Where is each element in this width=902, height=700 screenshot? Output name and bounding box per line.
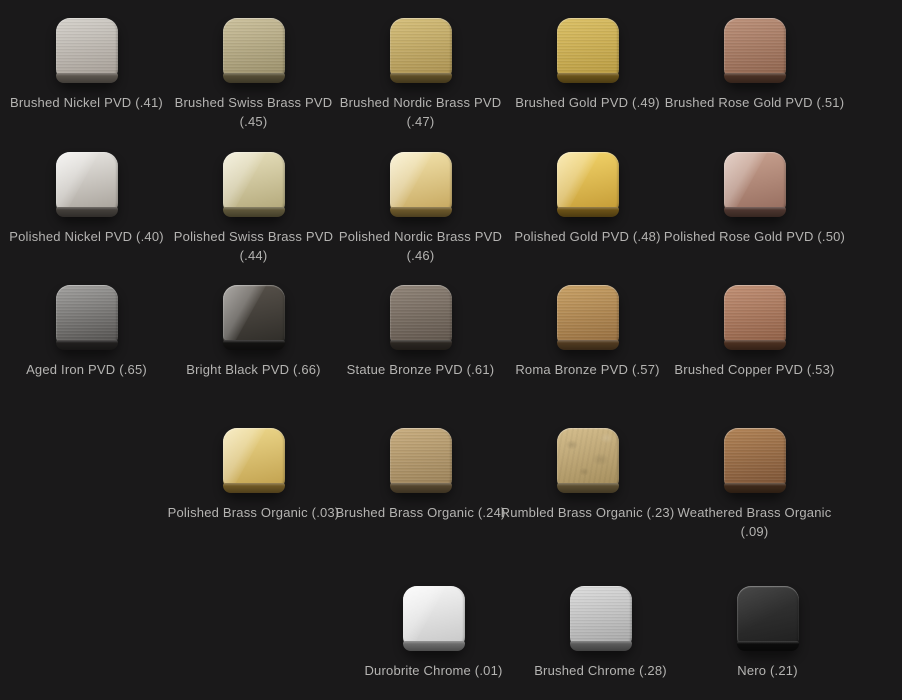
- finish-option[interactable]: Brushed Chrome (.28): [517, 586, 684, 680]
- finish-label: Polished Swiss Brass PVD(.44): [174, 227, 333, 265]
- finish-swatch-image: [557, 428, 619, 493]
- finish-label: Brushed Nordic Brass PVD(.47): [340, 93, 502, 131]
- finish-label: Brushed Chrome (.28): [534, 661, 667, 680]
- finish-label-line: Brushed Chrome (.28): [534, 661, 667, 680]
- finish-label: Brushed Brass Organic (.24): [335, 503, 505, 522]
- finish-label-line: Polished Nickel PVD (.40): [9, 227, 164, 246]
- finish-label-line: Rumbled Brass Organic (.23): [501, 503, 675, 522]
- finish-option[interactable]: Polished Swiss Brass PVD(.44): [170, 152, 337, 265]
- finish-label: Aged Iron PVD (.65): [26, 360, 147, 379]
- finish-label-line: (.47): [340, 112, 502, 131]
- finish-label-line: Brushed Nordic Brass PVD: [340, 93, 502, 112]
- finish-swatch-image: [557, 285, 619, 350]
- finish-option[interactable]: Weathered Brass Organic(.09): [671, 428, 838, 541]
- finish-option[interactable]: Brushed Nickel PVD (.41): [3, 18, 170, 131]
- finish-label: Polished Nordic Brass PVD(.46): [339, 227, 502, 265]
- finish-label-line: Brushed Rose Gold PVD (.51): [665, 93, 845, 112]
- finish-option[interactable]: Brushed Gold PVD (.49): [504, 18, 671, 131]
- finish-swatch-image: [390, 428, 452, 493]
- finish-option[interactable]: Rumbled Brass Organic (.23): [504, 428, 671, 541]
- finish-swatch-image: [223, 18, 285, 83]
- finish-option[interactable]: Brushed Swiss Brass PVD(.45): [170, 18, 337, 131]
- finish-option[interactable]: Polished Nordic Brass PVD(.46): [337, 152, 504, 265]
- finish-swatch-image: [56, 152, 118, 217]
- finish-option[interactable]: Brushed Copper PVD (.53): [671, 285, 838, 379]
- finish-option[interactable]: Polished Gold PVD (.48): [504, 152, 671, 265]
- finish-swatch-image: [403, 586, 465, 651]
- finish-swatch-image: [390, 18, 452, 83]
- finish-label-line: Weathered Brass Organic: [678, 503, 832, 522]
- finish-label: Weathered Brass Organic(.09): [678, 503, 832, 541]
- finish-swatch-image: [223, 428, 285, 493]
- finish-label: Brushed Swiss Brass PVD(.45): [175, 93, 333, 131]
- finish-label-line: Polished Nordic Brass PVD: [339, 227, 502, 246]
- finish-label-line: Durobrite Chrome (.01): [364, 661, 502, 680]
- finish-swatch-image: [56, 18, 118, 83]
- finish-label-line: (.45): [175, 112, 333, 131]
- finish-option[interactable]: Durobrite Chrome (.01): [350, 586, 517, 680]
- finish-option[interactable]: Brushed Nordic Brass PVD(.47): [337, 18, 504, 131]
- finish-label-line: Brushed Nickel PVD (.41): [10, 93, 163, 112]
- finish-option[interactable]: Roma Bronze PVD (.57): [504, 285, 671, 379]
- finish-row: Brushed Nickel PVD (.41) Brushed Swiss B…: [3, 18, 838, 131]
- finish-option[interactable]: Brushed Brass Organic (.24): [337, 428, 504, 541]
- finish-option[interactable]: Polished Rose Gold PVD (.50): [671, 152, 838, 265]
- finish-option[interactable]: Nero (.21): [684, 586, 851, 680]
- finish-label-line: (.46): [339, 246, 502, 265]
- finish-option[interactable]: Polished Brass Organic (.03): [170, 428, 337, 541]
- finish-label-line: (.09): [678, 522, 832, 541]
- finish-label-line: Brushed Swiss Brass PVD: [175, 93, 333, 112]
- finish-label: Brushed Gold PVD (.49): [515, 93, 660, 112]
- finish-swatch-image: [557, 152, 619, 217]
- finish-label-line: Polished Swiss Brass PVD: [174, 227, 333, 246]
- finish-option[interactable]: Brushed Rose Gold PVD (.51): [671, 18, 838, 131]
- finish-option[interactable]: Polished Nickel PVD (.40): [3, 152, 170, 265]
- finish-label-line: Bright Black PVD (.66): [186, 360, 320, 379]
- finish-label: Brushed Nickel PVD (.41): [10, 93, 163, 112]
- finish-label-line: Brushed Copper PVD (.53): [674, 360, 834, 379]
- finish-swatch-image: [56, 285, 118, 350]
- finish-label: Brushed Rose Gold PVD (.51): [665, 93, 845, 112]
- finish-label: Statue Bronze PVD (.61): [347, 360, 495, 379]
- finish-swatch-image: [737, 586, 799, 651]
- finish-label-line: Polished Gold PVD (.48): [514, 227, 660, 246]
- finish-label-line: Polished Rose Gold PVD (.50): [664, 227, 845, 246]
- finish-option[interactable]: Aged Iron PVD (.65): [3, 285, 170, 379]
- finish-label: Polished Rose Gold PVD (.50): [664, 227, 845, 246]
- finish-label: Roma Bronze PVD (.57): [515, 360, 659, 379]
- finish-swatch-image: [223, 285, 285, 350]
- finish-swatch-image: [223, 152, 285, 217]
- finish-label-line: Brushed Brass Organic (.24): [335, 503, 505, 522]
- finish-swatch-image: [390, 152, 452, 217]
- finish-label: Bright Black PVD (.66): [186, 360, 320, 379]
- finish-gallery: Brushed Nickel PVD (.41) Brushed Swiss B…: [0, 0, 902, 700]
- finish-label-line: Statue Bronze PVD (.61): [347, 360, 495, 379]
- finish-swatch-image: [724, 18, 786, 83]
- finish-label: Durobrite Chrome (.01): [364, 661, 502, 680]
- finish-row: Polished Brass Organic (.03) Brushed Bra…: [170, 428, 838, 541]
- finish-label: Nero (.21): [737, 661, 798, 680]
- finish-option[interactable]: Bright Black PVD (.66): [170, 285, 337, 379]
- finish-option[interactable]: Statue Bronze PVD (.61): [337, 285, 504, 379]
- finish-label: Rumbled Brass Organic (.23): [501, 503, 675, 522]
- finish-swatch-image: [557, 18, 619, 83]
- finish-label: Polished Nickel PVD (.40): [9, 227, 164, 246]
- finish-label-line: Nero (.21): [737, 661, 798, 680]
- finish-label-line: (.44): [174, 246, 333, 265]
- finish-label-line: Brushed Gold PVD (.49): [515, 93, 660, 112]
- finish-swatch-image: [570, 586, 632, 651]
- finish-row: Aged Iron PVD (.65) Bright Black PVD (.6…: [3, 285, 838, 379]
- finish-swatch-image: [724, 285, 786, 350]
- finish-swatch-image: [724, 428, 786, 493]
- finish-label-line: Polished Brass Organic (.03): [168, 503, 340, 522]
- finish-label: Polished Brass Organic (.03): [168, 503, 340, 522]
- finish-swatch-image: [390, 285, 452, 350]
- finish-label-line: Roma Bronze PVD (.57): [515, 360, 659, 379]
- finish-label-line: Aged Iron PVD (.65): [26, 360, 147, 379]
- finish-row: Durobrite Chrome (.01) Brushed Chrome (.…: [350, 586, 851, 680]
- finish-row: Polished Nickel PVD (.40) Polished Swiss…: [3, 152, 838, 265]
- finish-label: Polished Gold PVD (.48): [514, 227, 660, 246]
- finish-swatch-image: [724, 152, 786, 217]
- finish-label: Brushed Copper PVD (.53): [674, 360, 834, 379]
